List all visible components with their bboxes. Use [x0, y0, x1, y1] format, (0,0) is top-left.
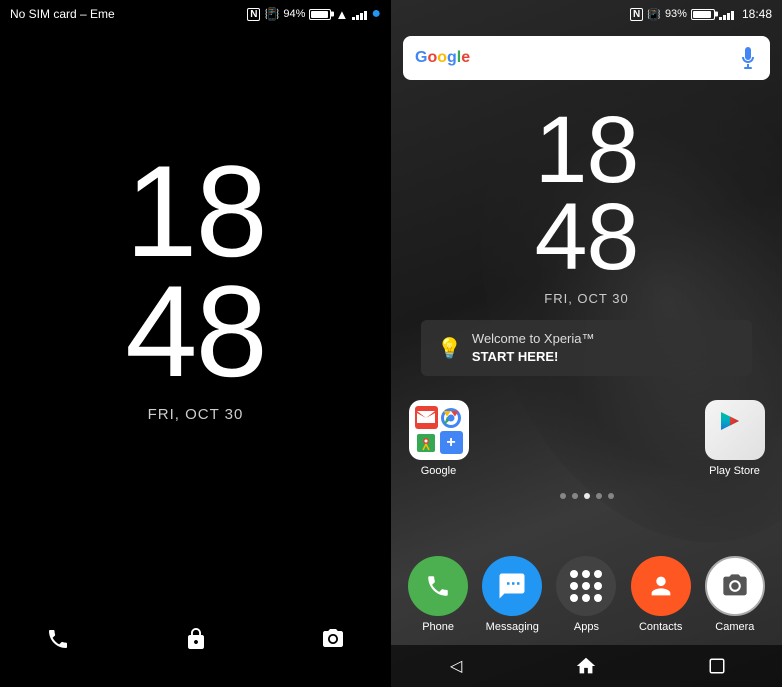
home-time-container: 18 48 FRI, OCT 30: [391, 103, 782, 306]
lock-screen: No SIM card – Eme N 📳 94% ▲ ●: [0, 0, 391, 687]
welcome-cta: START HERE!: [472, 349, 558, 364]
camera-icon: [705, 556, 765, 616]
bulb-icon: 💡: [437, 336, 462, 361]
page-dot-1[interactable]: [560, 493, 566, 499]
nav-back-button[interactable]: ◁: [436, 646, 476, 686]
phone-dock-label: Phone: [422, 621, 454, 633]
home-status-bar: N 📳 93% 18:48: [391, 0, 782, 28]
google-folder-item[interactable]: + Google: [406, 400, 471, 477]
lock-minute: 48: [125, 266, 266, 396]
vibrate-icon: 📳: [264, 7, 279, 21]
home-screen: N 📳 93% 18:48 Google: [391, 0, 782, 687]
apps-dock-label: Apps: [574, 621, 599, 633]
home-battery-icon: [691, 9, 715, 20]
messaging-dock-item[interactable]: Messaging: [480, 556, 545, 633]
home-apps-row: + Google: [391, 390, 782, 487]
phone-icon: [408, 556, 468, 616]
welcome-banner[interactable]: 💡 Welcome to Xperia™ START HERE!: [421, 320, 752, 376]
lock-time-container: 18 48 FRI, OCT 30: [125, 0, 266, 601]
apps-icon: [556, 556, 616, 616]
lock-battery-label: 94%: [283, 8, 305, 20]
contacts-dock-label: Contacts: [639, 621, 682, 633]
home-dock: Phone Messaging: [391, 548, 782, 645]
play-store-label: Play Store: [709, 465, 760, 477]
play-store-item[interactable]: Play Store: [702, 400, 767, 477]
home-nfc-icon: N: [630, 8, 643, 21]
google-search-input[interactable]: [476, 50, 738, 67]
google-search-bar[interactable]: Google: [403, 36, 770, 80]
contacts-dock-item[interactable]: Contacts: [628, 556, 693, 633]
google-folder-icon: +: [409, 400, 469, 460]
messaging-icon: [482, 556, 542, 616]
page-dot-5[interactable]: [608, 493, 614, 499]
lock-bottom-actions: [0, 601, 391, 677]
home-vibrate-icon: 📳: [647, 8, 661, 21]
welcome-text: Welcome to Xperia™ START HERE!: [472, 330, 595, 366]
page-dot-4[interactable]: [596, 493, 602, 499]
phone-dock-item[interactable]: Phone: [406, 556, 471, 633]
lock-wifi-icon: ▲: [335, 7, 348, 22]
page-dots: [391, 493, 782, 499]
camera-dock-label: Camera: [715, 621, 754, 633]
google-folder-label: Google: [421, 465, 456, 477]
home-signal-icon: [719, 8, 734, 20]
camera-dock-item[interactable]: Camera: [702, 556, 767, 633]
nav-recents-button[interactable]: [697, 646, 737, 686]
page-dot-3[interactable]: [584, 493, 590, 499]
home-minute: 48: [535, 190, 639, 285]
home-date: FRI, OCT 30: [544, 291, 628, 306]
lock-battery-icon: [309, 9, 331, 20]
home-clock: 18:48: [742, 7, 772, 21]
apps-dock-item[interactable]: Apps: [554, 556, 619, 633]
home-battery-label: 93%: [665, 8, 687, 20]
lock-camera-button[interactable]: [315, 621, 351, 657]
messaging-dock-label: Messaging: [486, 621, 539, 633]
lock-unlock-button[interactable]: [178, 621, 214, 657]
page-dot-2[interactable]: [572, 493, 578, 499]
lock-hour: 18: [125, 146, 266, 276]
contacts-icon: [631, 556, 691, 616]
home-status-right: N 📳 93% 18:48: [630, 7, 772, 21]
lock-date: FRI, OCT 30: [148, 406, 244, 423]
home-nav-bar: ◁: [391, 645, 782, 687]
nav-home-button[interactable]: [566, 646, 606, 686]
google-logo: Google: [415, 49, 470, 67]
google-mic-icon[interactable]: [738, 45, 758, 71]
welcome-title: Welcome to Xperia™: [472, 331, 595, 346]
lock-signal-icon: [352, 8, 367, 20]
lock-status-right: N 📳 94% ▲ ●: [247, 5, 381, 23]
play-store-icon: [705, 400, 765, 460]
lock-user-icon: ●: [371, 5, 381, 23]
lock-phone-button[interactable]: [40, 621, 76, 657]
